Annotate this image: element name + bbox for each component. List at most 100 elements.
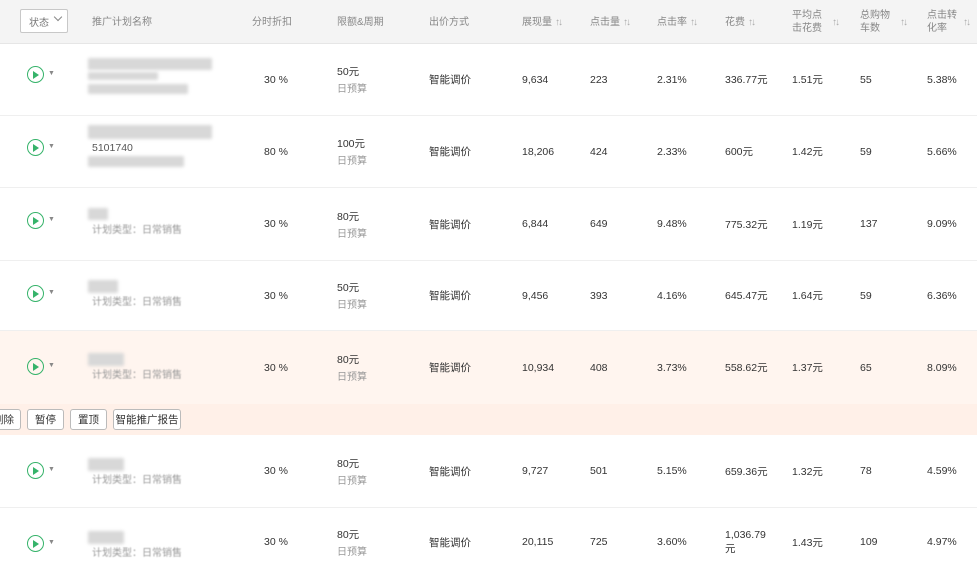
budget-amount: 50元 [337, 66, 360, 78]
cvr-value: 4.97% [927, 536, 957, 548]
plan-type: 计划类型：日常销售 [92, 475, 182, 486]
redacted-name [88, 58, 212, 70]
cvr-value: 5.66% [927, 145, 957, 158]
budget-cell[interactable]: 80元 日预算 [337, 435, 367, 507]
discount-value: 30 % [264, 465, 288, 477]
budget-period: 日预算 [337, 546, 367, 558]
redacted-type [88, 156, 184, 167]
table-row[interactable]: ▼ 计划类型：日常销售 30 % 80元 日预算 智能调价 6,844 649 … [0, 188, 977, 261]
budget-amount: 100元 [337, 138, 366, 150]
caret-down-icon[interactable]: ▼ [48, 216, 55, 223]
play-circle-icon[interactable] [27, 462, 44, 479]
clicks-value: 725 [590, 536, 608, 548]
cpc-value: 1.19元 [792, 218, 823, 231]
cvr-value: 9.09% [927, 218, 957, 230]
delete-button[interactable]: 删除 [0, 409, 21, 430]
play-circle-icon[interactable] [27, 212, 44, 229]
play-circle-icon[interactable] [27, 358, 44, 375]
plan-type: 计划类型：日常销售 [92, 297, 182, 308]
carts-value: 109 [860, 536, 878, 548]
budget-period: 日预算 [337, 300, 367, 311]
budget-cell[interactable]: 50元 日预算 [337, 44, 367, 115]
sort-icon[interactable]: ↑↓ [832, 16, 840, 29]
budget-period: 日预算 [337, 228, 367, 240]
col-header-cvr[interactable]: 点击转 化率 ↑↓ [927, 0, 971, 44]
redacted-name [88, 280, 118, 293]
col-header-cost[interactable]: 花费 ↑↓ [725, 0, 756, 44]
clicks-value: 501 [590, 465, 608, 477]
col-header-discount: 分时折扣 [252, 16, 292, 28]
clicks-value: 393 [590, 289, 608, 302]
pin-to-top-button[interactable]: 置顶 [70, 409, 107, 430]
cost-unit: 元 [725, 542, 736, 555]
table-header: 状态 推广计划名称 分时折扣 限额&周期 出价方式 展现量 ↑↓ 点击量 ↑↓ 点击… [0, 0, 977, 44]
pause-button[interactable]: 暂停 [27, 409, 64, 430]
discount-value: 30 % [264, 289, 288, 302]
table-row-selected[interactable]: ▼ 计划类型：日常销售 30 % 80元 日预算 智能调价 10,934 408… [0, 331, 977, 404]
cvr-value: 5.38% [927, 73, 957, 86]
col-header-carts[interactable]: 总购物 车数 ↑↓ [860, 0, 908, 44]
ctr-value: 5.15% [657, 465, 687, 477]
bid-method: 智能调价 [429, 218, 471, 231]
bid-method: 智能调价 [429, 290, 471, 302]
discount-value: 30 % [264, 218, 288, 230]
table-row[interactable]: ▼ 计划类型：日常销售 30 % 50元 日预算 智能调价 9,456 393 … [0, 261, 977, 331]
sort-icon[interactable]: ↑↓ [900, 16, 908, 29]
table-row[interactable]: ▼ 计划类型：日常销售 30 % 80元 日预算 智能调价 20,115 725… [0, 508, 977, 576]
table-row[interactable]: ▼ 计划类型：日常销售 30 % 80元 日预算 智能调价 9,727 501 … [0, 435, 977, 508]
cost-value: 336.77元 [725, 74, 768, 86]
status-filter-dropdown[interactable]: 状态 [20, 9, 68, 33]
ctr-value: 3.60% [657, 536, 687, 548]
impressions-value: 9,456 [522, 289, 549, 302]
sort-icon[interactable]: ↑↓ [555, 16, 563, 29]
ctr-value: 4.16% [657, 289, 687, 302]
budget-cell[interactable]: 80元 日预算 [337, 331, 367, 404]
cpc-value: 1.64元 [792, 290, 823, 302]
budget-period: 日预算 [337, 156, 367, 167]
discount-value: 30 % [264, 73, 288, 86]
sort-icon[interactable]: ↑↓ [748, 16, 756, 29]
sort-icon[interactable]: ↑↓ [690, 16, 698, 29]
impressions-value: 6,844 [522, 218, 549, 230]
budget-amount: 80元 [337, 354, 360, 366]
impressions-value: 18,206 [522, 145, 555, 158]
budget-amount: 50元 [337, 282, 360, 294]
budget-cell[interactable]: 100元 日预算 [337, 116, 367, 187]
caret-down-icon[interactable]: ▼ [48, 289, 55, 296]
table-row[interactable]: ▼ 5101740 80 % 100元 日预算 智能调价 18,206 424 … [0, 116, 977, 188]
play-circle-icon[interactable] [27, 535, 44, 552]
table-row[interactable]: ▼ 30 % 50元 日预算 智能调价 9,634 223 2.31% 336.… [0, 44, 977, 116]
plan-type: 计划类型：日常销售 [92, 370, 182, 381]
smart-report-button[interactable]: 智能推广报告 [113, 409, 181, 430]
col-header-cpc[interactable]: 平均点 击花费 ↑↓ [792, 0, 840, 44]
caret-down-icon[interactable]: ▼ [48, 466, 55, 473]
play-circle-icon[interactable] [27, 285, 44, 302]
sort-icon[interactable]: ↑↓ [963, 16, 971, 29]
clicks-value: 649 [590, 218, 608, 230]
cost-value: 659.36元 [725, 465, 768, 478]
play-circle-icon[interactable] [27, 66, 44, 83]
budget-cell[interactable]: 80元 日预算 [337, 188, 367, 260]
caret-down-icon[interactable]: ▼ [48, 143, 55, 150]
budget-cell[interactable]: 80元 日预算 [337, 508, 367, 576]
cvr-value: 8.09% [927, 361, 957, 374]
carts-value: 59 [860, 289, 872, 302]
budget-period: 日预算 [337, 475, 367, 487]
carts-value: 55 [860, 73, 872, 86]
caret-down-icon[interactable]: ▼ [48, 70, 55, 77]
status-filter-label: 状态 [29, 17, 49, 29]
cost-value: 600元 [725, 146, 754, 158]
play-circle-icon[interactable] [27, 139, 44, 156]
budget-cell[interactable]: 50元 日预算 [337, 261, 367, 330]
col-header-clicks[interactable]: 点击量 ↑↓ [590, 0, 631, 44]
caret-down-icon[interactable]: ▼ [48, 362, 55, 369]
cpc-value: 1.37元 [792, 362, 823, 374]
col-header-ctr[interactable]: 点击率 ↑↓ [657, 0, 698, 44]
redacted-name [88, 208, 108, 220]
col-header-impressions[interactable]: 展现量 ↑↓ [522, 0, 563, 44]
caret-down-icon[interactable]: ▼ [48, 539, 55, 546]
redacted-name [88, 531, 124, 544]
clicks-value: 408 [590, 361, 608, 374]
cost-value: 775.32元 [725, 218, 768, 231]
sort-icon[interactable]: ↑↓ [623, 16, 631, 29]
